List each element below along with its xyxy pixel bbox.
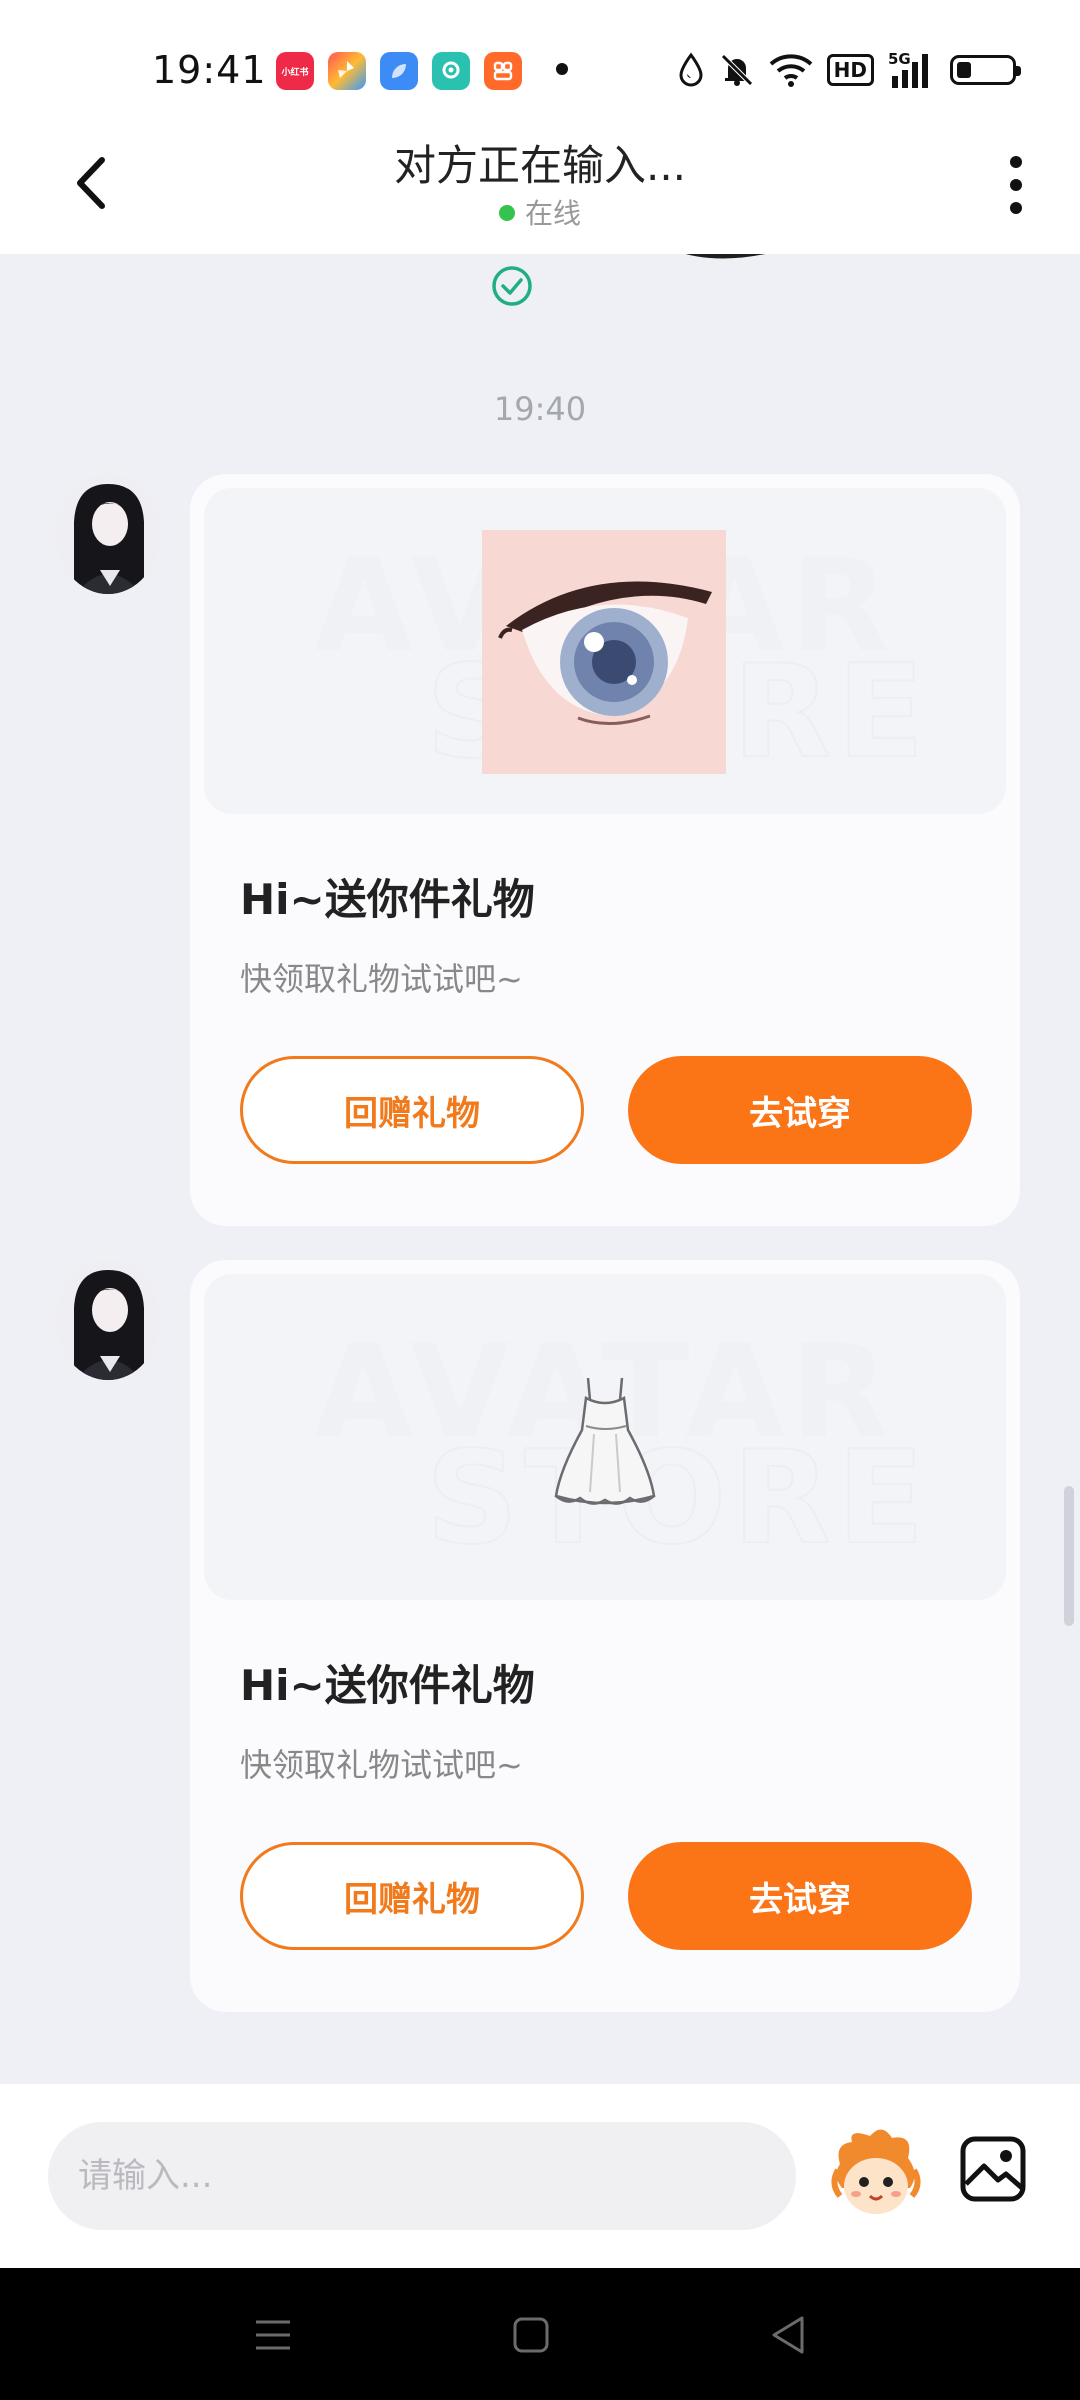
nav-menu-button[interactable] xyxy=(248,2310,298,2360)
gift-item-dress-image xyxy=(554,1377,656,1505)
sticker-image-partial xyxy=(685,254,765,259)
sticker-button[interactable] xyxy=(830,2124,922,2224)
hd-icon: HD xyxy=(826,50,874,90)
gift-subtitle: 快领取礼物试试吧~ xyxy=(240,1746,523,1784)
return-gift-button[interactable]: 回赠礼物 xyxy=(240,1056,584,1164)
gift-title: Hi~送你件礼物 xyxy=(240,875,535,924)
notification-app-icons: 小红书 xyxy=(276,52,522,90)
more-vertical-icon xyxy=(1010,156,1022,214)
gift-card[interactable]: AVATAR STORE Hi~送你件礼物 快领取礼物试试吧~ 回赠礼物 去试穿 xyxy=(190,474,1020,1226)
signal-5g-icon: 5G xyxy=(888,50,936,90)
chat-message-list[interactable]: 19:40 AVATAR STORE xyxy=(0,254,1080,2084)
image-icon xyxy=(960,2136,1026,2202)
gift-image-area: AVATAR STORE xyxy=(204,1274,1006,1600)
avatar-image xyxy=(56,474,160,594)
try-on-button[interactable]: 去试穿 xyxy=(628,1056,972,1164)
try-on-button[interactable]: 去试穿 xyxy=(628,1842,972,1950)
message-timestamp: 19:40 xyxy=(493,390,587,428)
pinwheel-app-icon xyxy=(328,52,366,90)
gift-title: Hi~送你件礼物 xyxy=(240,1661,535,1710)
chat-title: 对方正在输入... xyxy=(393,141,687,190)
message-input-bar xyxy=(0,2084,1080,2268)
more-notifications-dot xyxy=(556,63,568,75)
battery-icon xyxy=(950,50,1021,90)
system-navigation-bar xyxy=(0,2268,1080,2400)
chat-header: 对方正在输入... 在线 xyxy=(0,110,1080,254)
orange-app-icon xyxy=(484,52,522,90)
more-options-button[interactable] xyxy=(996,150,1036,220)
gift-card[interactable]: AVATAR STORE Hi~送你件礼物 快领取礼物试试吧~ 回赠礼物 去试穿 xyxy=(190,1260,1020,2012)
online-status-label: 在线 xyxy=(524,197,581,230)
nav-home-button[interactable] xyxy=(506,2310,556,2360)
status-time: 19:41 xyxy=(152,48,267,92)
sender-avatar[interactable] xyxy=(56,474,160,594)
sender-avatar[interactable] xyxy=(56,1260,160,1380)
teal-app-icon xyxy=(432,52,470,90)
avatar-image xyxy=(56,1260,160,1380)
nav-back-button[interactable] xyxy=(764,2310,814,2360)
message-input[interactable] xyxy=(48,2122,796,2230)
menu-lines-icon xyxy=(256,2320,290,2350)
return-gift-button[interactable]: 回赠礼物 xyxy=(240,1842,584,1950)
gift-subtitle: 快领取礼物试试吧~ xyxy=(240,960,523,998)
send-image-button[interactable] xyxy=(958,2134,1028,2204)
water-drop-icon xyxy=(677,50,705,90)
gift-item-eye-image xyxy=(482,530,726,774)
back-triangle-icon xyxy=(772,2316,804,2354)
status-right-icons: HD 5G xyxy=(677,50,1021,90)
online-dot-icon xyxy=(498,205,515,221)
home-square-icon xyxy=(513,2317,549,2353)
read-receipt-check-icon xyxy=(492,266,532,306)
blue-app-icon xyxy=(380,52,418,90)
mute-bell-icon xyxy=(719,50,755,90)
xiaohongshu-app-icon: 小红书 xyxy=(276,52,314,90)
online-status: 在线 xyxy=(0,192,1080,232)
mascot-sticker-icon xyxy=(831,2129,921,2214)
watermark-text: STORE xyxy=(425,1423,931,1574)
wifi-icon xyxy=(769,50,813,90)
gift-image-area: AVATAR STORE xyxy=(204,488,1006,814)
scrollbar-thumb[interactable] xyxy=(1064,1486,1074,1626)
signal-5g-label: 5G xyxy=(888,50,911,68)
